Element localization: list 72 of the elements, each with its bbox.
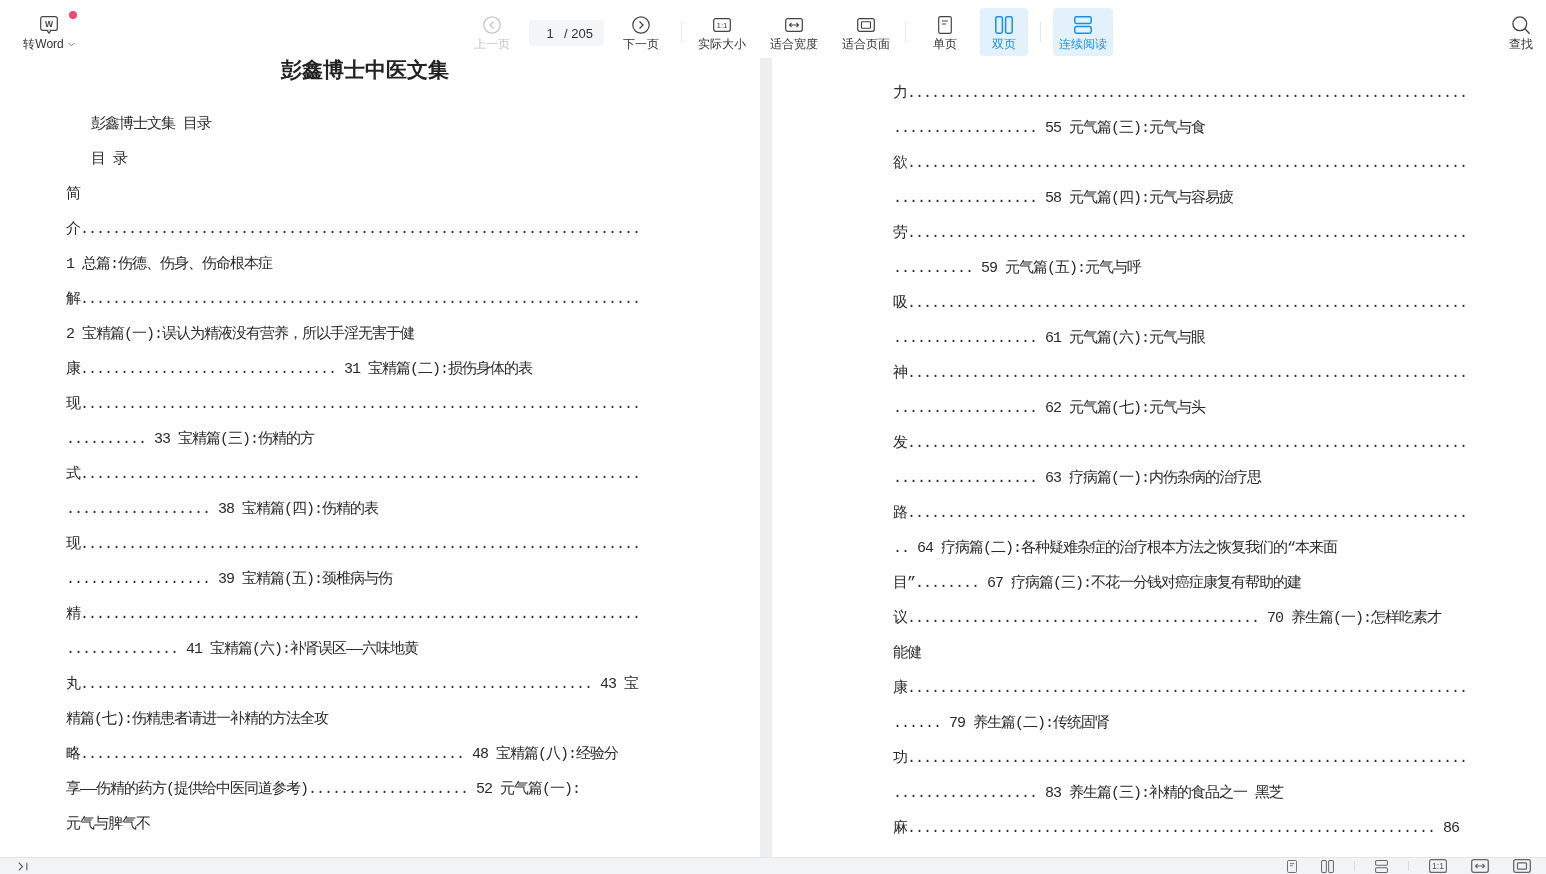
toc-line: .......... 59 元气篇(五):元气与呼	[893, 258, 1142, 279]
toc-line: .................. 39 宝精篇(五):颈椎病与伤	[66, 569, 393, 590]
single-page-icon[interactable]	[1286, 859, 1297, 873]
toc-line: .................. 55 元气篇(三):元气与食	[893, 118, 1206, 139]
toc-line: 目”........ 67 疗病篇(三):不花一分钱对癌症康复有帮助的建	[893, 573, 1302, 594]
toc-line: 麻.................................................................. 86	[893, 818, 1460, 839]
toc-line: 丸................................................................ 43 宝	[66, 674, 639, 695]
toc-line: .................. 63 疗病篇(一):内伤杂病的治疗思	[893, 468, 1262, 489]
page-number-input[interactable]: 1	[540, 24, 560, 42]
toc-line: 介......................................................................	[66, 220, 641, 240]
two-rows-icon	[1074, 16, 1092, 34]
convert-to-word-button[interactable]: W 转Word	[18, 8, 80, 56]
single-page-icon	[938, 16, 952, 34]
toc-line: 享——伤精的药方(提供给中医同道参考).................... 52 元气篇(一):	[66, 779, 581, 800]
toc-line: 能健	[893, 644, 921, 664]
toc-line: 2 宝精篇(一):误认为精液没有营养，所以手淫无害于健	[66, 324, 414, 345]
nested-frame-icon[interactable]	[1513, 859, 1531, 873]
document-title: 彭鑫博士中医文集	[279, 58, 450, 82]
toc-line: .......... 33 宝精篇(三):伤精的方	[66, 429, 315, 450]
toc-line: .................. 38 宝精篇(四):伤精的表	[66, 499, 379, 520]
horizontal-arrows-frame-icon	[785, 18, 803, 32]
one-to-one-frame-icon: 1:1	[713, 18, 731, 32]
toc-line: 发......................................................................	[893, 434, 1468, 454]
page-total: / 205	[564, 25, 593, 41]
toc-heading: 目 录	[91, 150, 127, 170]
document-letter-icon: W	[40, 16, 58, 34]
toc-line: .................. 83 养生篇(三):补精的食品之一 黑芝	[893, 783, 1284, 804]
search-button[interactable]: 查找	[1501, 8, 1541, 56]
one-to-one-frame-icon[interactable]: 1:1	[1429, 859, 1447, 873]
toc-line: ...... 79 养生篇(二):传统固肾	[893, 713, 1110, 734]
chevron-left-circle-icon	[483, 16, 501, 34]
toc-line: 现......................................................................	[66, 535, 641, 555]
actual-size-button[interactable]: 1:1 实际大小	[698, 8, 746, 56]
toc-line: 精篇(七):伤精患者请进一补精的方法全攻	[66, 709, 328, 730]
toc-line: 康......................................................................	[893, 678, 1468, 699]
horizontal-arrows-frame-icon[interactable]	[1471, 859, 1489, 873]
toc-line: .................. 58 元气篇(四):元气与容易疲	[893, 188, 1234, 209]
toc-line: 元气与脾气不	[66, 814, 150, 835]
toc-line: 式......................................................................	[66, 464, 641, 485]
chevron-to-line-icon[interactable]	[18, 861, 28, 871]
single-page-button[interactable]: 单页	[921, 8, 969, 56]
two-rows-icon[interactable]	[1375, 859, 1388, 873]
toc-line: .............. 41 宝精篇(六):补肾误区——六味地黄	[66, 639, 419, 660]
nested-frame-icon	[857, 18, 875, 32]
toc-line: .................. 61 元气篇(六):元气与眼	[893, 328, 1206, 349]
two-columns-icon	[995, 16, 1013, 34]
fit-width-button[interactable]: 适合宽度	[770, 8, 818, 56]
toc-line: 劳......................................................................	[893, 223, 1468, 244]
toc-line: .. 64 疗病篇(二):各种疑难杂症的治疗根本方法之恢复我们的“本来面	[893, 538, 1337, 559]
caret-icon	[67, 41, 75, 47]
toc-line: 力......................................................................	[893, 83, 1468, 104]
toc-line: .................. 62 元气篇(七):元气与头	[893, 398, 1206, 419]
toc-line: 1 总篇:伤德、伤身、伤命根本症	[66, 254, 272, 275]
toc-line: 康................................ 31 宝精篇(二):损伤身体的表	[66, 359, 533, 380]
toc-line: 略................................................ 48 宝精篇(八):经验分	[66, 744, 619, 765]
toc-line: 功......................................................................	[893, 748, 1468, 769]
toc-line: 欲......................................................................	[893, 154, 1468, 174]
two-columns-icon[interactable]	[1321, 859, 1334, 873]
toc-line: 简	[66, 185, 80, 205]
toc-line: 神......................................................................	[893, 363, 1468, 384]
toc-line: 吸......................................................................	[893, 294, 1468, 314]
notification-dot-icon	[69, 11, 77, 19]
toc-line: 解......................................................................	[66, 290, 641, 310]
chevron-right-circle-icon	[632, 16, 650, 34]
toc-heading: 彭鑫博士文集 目录	[91, 114, 211, 135]
toc-line: 精......................................................................	[66, 604, 641, 625]
toc-line: 路......................................................................	[893, 504, 1468, 524]
next-page-button[interactable]: 下一页	[617, 8, 665, 56]
toc-line: 议............................................ 70 养生篇(一):怎样吃素才	[893, 608, 1442, 629]
fit-page-button[interactable]: 适合页面	[842, 8, 890, 56]
toc-line: 现......................................................................	[66, 395, 641, 415]
search-icon	[1512, 16, 1530, 34]
